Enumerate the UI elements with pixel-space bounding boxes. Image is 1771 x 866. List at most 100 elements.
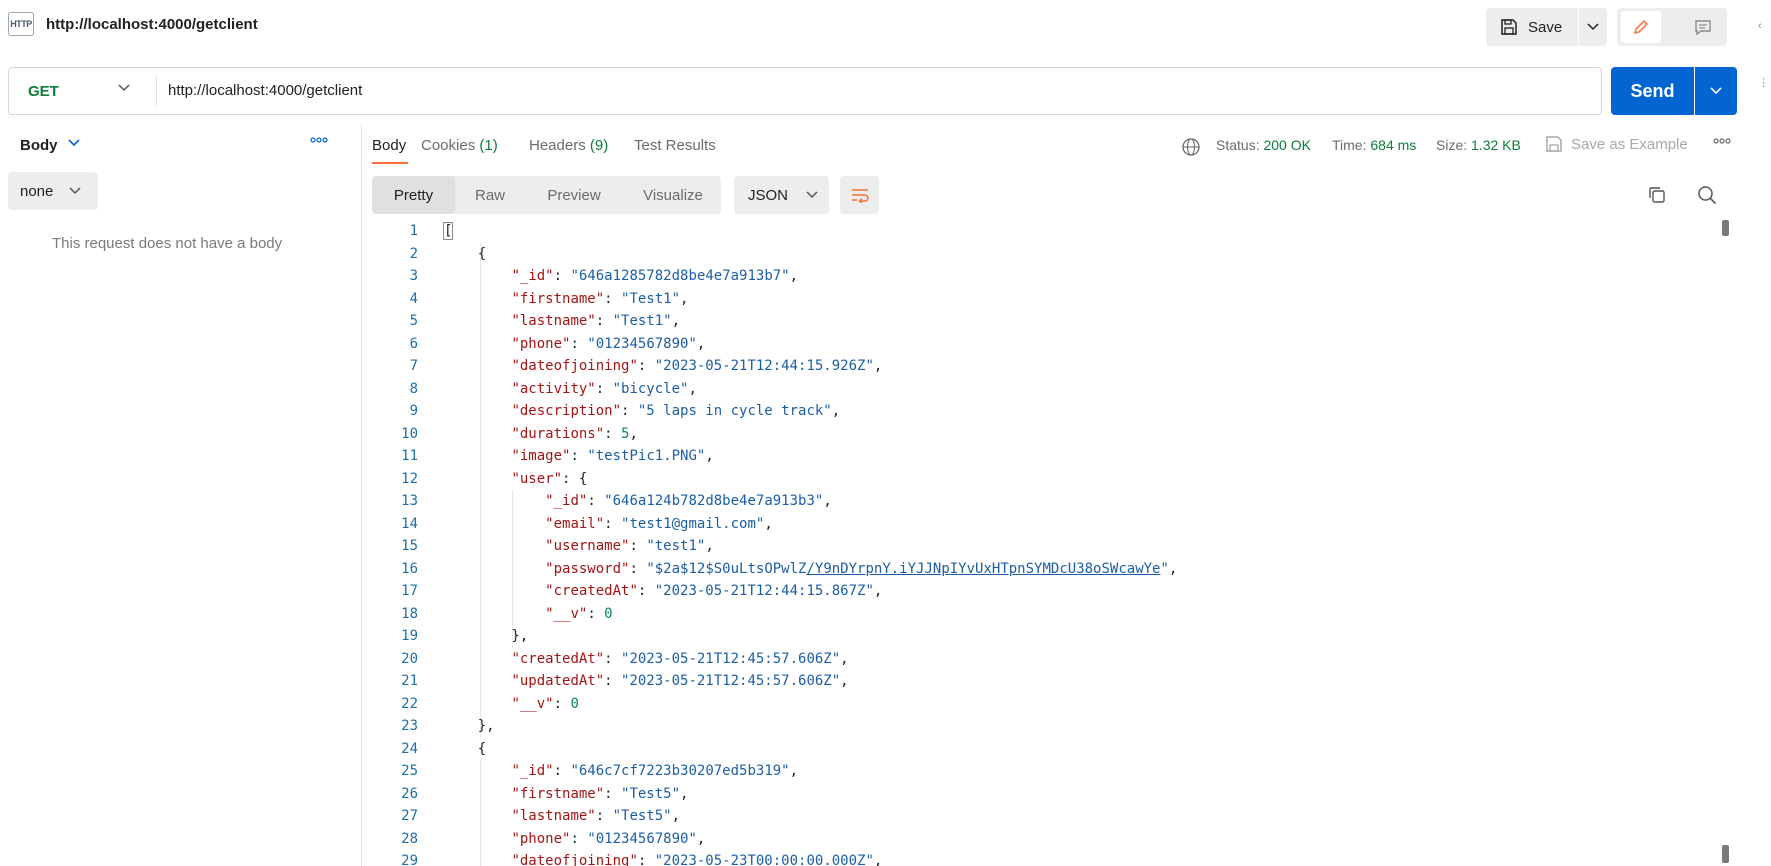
search-icon[interactable] [1697,185,1717,205]
format-preview[interactable]: Preview [529,176,619,214]
line-number: 4 [409,290,418,307]
code-token: "test1" [646,538,706,554]
code-token: : [553,695,571,712]
url-input[interactable]: http://localhost:4000/getclient [168,82,362,99]
code-text: { [444,243,486,266]
code-token: "Test1" [621,290,681,307]
globe-icon[interactable] [1181,137,1201,157]
code-token: "_id" [511,763,554,779]
code-token: , [696,335,706,352]
code-token: , [831,403,841,419]
code-token: : [553,763,571,779]
line-number: 1 [409,223,418,239]
code-token: , [680,290,689,307]
line-number: 25 [401,763,418,779]
size-indicator[interactable]: Size: 1.32 KB [1436,137,1521,153]
code-token: "durations" [511,425,605,442]
code-token: , [823,493,832,509]
time-indicator[interactable]: Time: 684 ms [1332,137,1416,153]
comment-icon [1695,20,1711,36]
floppy-disk-icon [1501,19,1517,35]
code-token: "updatedAt" [511,673,605,689]
response-body-editor[interactable]: 1[ 2 {3 "_id": "646a1285782d8be4e7a913b7"… [372,220,1712,866]
language-select[interactable]: JSON [734,176,829,214]
tab-cookies[interactable]: Cookies (1) [421,137,498,154]
code-text: "lastname": "Test5", [444,805,680,828]
code-line: 8 "activity": "bicycle", [372,378,1712,401]
code-line: 29 "dateofjoining": "2023-05-23T00:00:00… [372,850,1712,866]
tab-test-results[interactable]: Test Results [634,137,716,154]
line-number: 2 [409,245,418,262]
code-token: "2023-05-21T12:45:57.606Z" [621,650,841,667]
code-token: "description" [511,403,622,419]
send-options-dropdown[interactable] [1695,67,1737,115]
edit-mode-button[interactable] [1621,11,1661,43]
pane-divider[interactable] [361,124,362,866]
save-options-dropdown[interactable] [1579,8,1607,46]
panel-options-icon[interactable]: ⋮ [1758,76,1769,89]
code-token: : [621,403,638,419]
code-text: "dateofjoining": "2023-05-21T12:44:15.92… [444,355,882,378]
code-token: , [840,673,849,689]
wrap-lines-icon [851,189,869,203]
tab-body[interactable]: Body [372,137,406,154]
editor-scrollbar-bottom[interactable] [1722,845,1729,863]
format-pretty[interactable]: Pretty [372,176,455,214]
request-body-tab[interactable]: Body [20,137,58,154]
code-line: 25 "_id": "646c7cf7223b30207ed5b319", [372,760,1712,783]
body-type-value: none [20,182,54,200]
save-button[interactable]: Save [1486,8,1578,46]
code-token: : [637,358,655,374]
code-text: "_id": "646c7cf7223b30207ed5b319", [444,760,798,783]
send-button[interactable]: Send [1611,67,1694,115]
code-text: }, [444,715,495,738]
status-indicator[interactable]: Status: 200 OK [1216,137,1311,153]
line-number: 21 [401,673,418,689]
tab-headers[interactable]: Headers (9) [529,137,608,154]
method-select[interactable]: GET [28,83,59,100]
code-token: : [637,853,655,866]
code-text: "durations": 5, [444,423,637,446]
chevron-down-icon[interactable] [68,139,80,147]
format-visualize[interactable]: Visualize [627,176,719,214]
active-tab-indicator [372,162,408,164]
code-text: "firstname": "Test1", [444,288,688,311]
chevron-down-icon[interactable] [118,84,130,92]
line-number: 16 [401,560,418,577]
code-token: "bicycle" [612,380,689,397]
wrap-lines-button[interactable] [840,176,879,214]
code-text: "email": "test1@gmail.com", [444,513,773,536]
code-line: 18 "__v": 0 [372,603,1712,626]
format-raw[interactable]: Raw [459,176,521,214]
code-line: 1[ [372,220,1712,243]
comments-mode-button[interactable] [1683,11,1723,43]
save-as-example-button[interactable]: Save as Example [1545,135,1688,153]
code-line: 3 "_id": "646a1285782d8be4e7a913b7", [372,265,1712,288]
code-token: "firstname" [511,290,605,307]
code-token: , [764,515,773,532]
code-text: "dateofjoining": "2023-05-23T00:00:00.00… [444,850,882,866]
code-token: }, [444,718,495,734]
editor-scrollbar-thumb[interactable] [1722,220,1729,236]
code-token: : [587,493,605,509]
code-token: : { [562,470,588,487]
more-options-icon[interactable] [1713,138,1731,144]
line-number: 20 [401,650,418,667]
more-options-icon[interactable] [310,137,328,143]
code-token: /Y9nDYrpnY.iYJJNpIYvUxHTpnSYMDcU38oSWcaw… [806,560,1161,577]
copy-icon[interactable] [1647,185,1667,205]
code-token: : [570,830,588,847]
code-token: "__v" [511,695,554,712]
code-token: "Test1" [612,313,672,329]
request-title[interactable]: http://localhost:4000/getclient [46,16,258,33]
collapse-panel-icon[interactable]: ‹ [1758,20,1762,32]
body-type-select[interactable]: none [8,172,98,210]
